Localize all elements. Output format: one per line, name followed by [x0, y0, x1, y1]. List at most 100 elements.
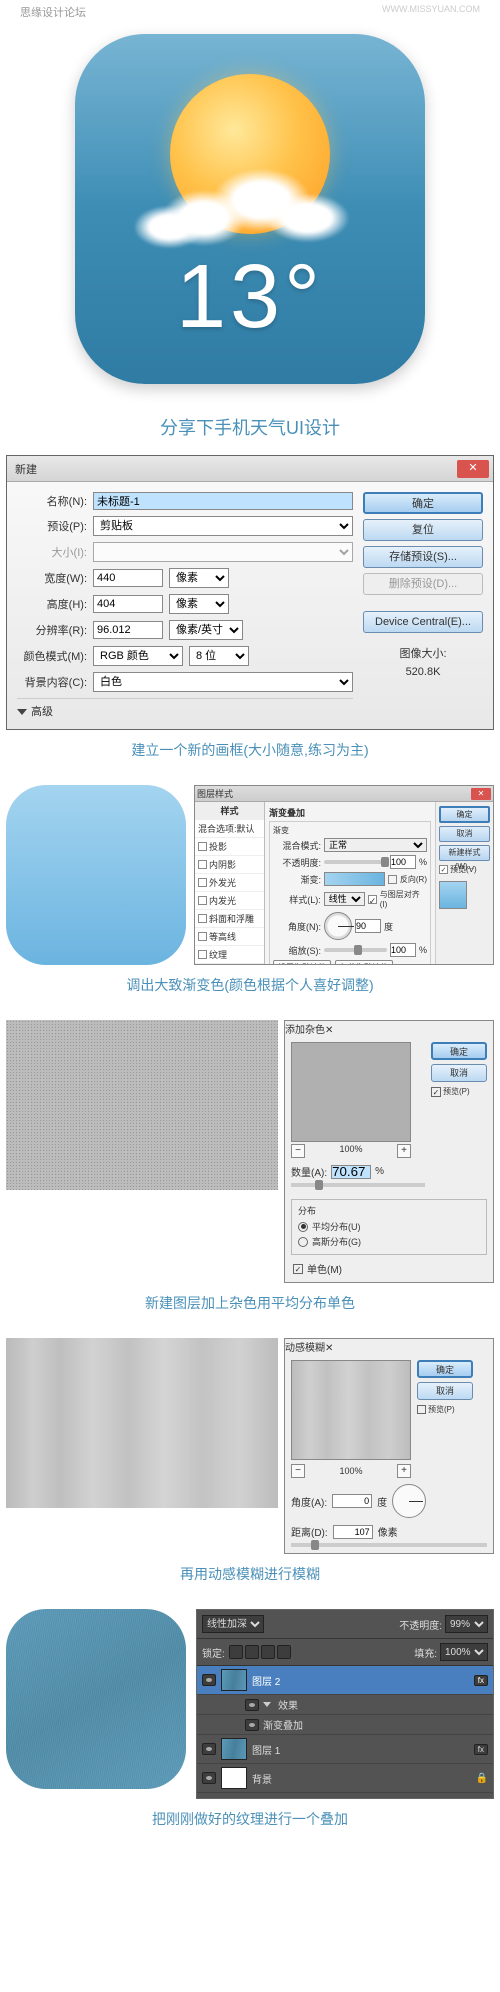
fill-select[interactable]: 100%	[440, 1643, 488, 1661]
lock-label: 锁定:	[202, 1645, 225, 1660]
mode-label: 颜色模式(M):	[17, 648, 87, 664]
layer-row-1[interactable]: 图层 1 fx	[197, 1735, 493, 1764]
angle-knob[interactable]	[324, 912, 352, 940]
bg-select[interactable]: 白色	[93, 672, 353, 692]
close-icon[interactable]: ✕	[457, 460, 489, 478]
visibility-icon[interactable]	[245, 1719, 259, 1731]
layer-row-2[interactable]: 图层 2 fx	[197, 1666, 493, 1695]
zoom-out-button[interactable]: −	[291, 1144, 305, 1158]
opacity-select[interactable]: 99%	[445, 1615, 488, 1633]
preview-toggle[interactable]: 预览(V)	[439, 864, 490, 875]
fx-badge[interactable]: fx	[474, 1744, 488, 1755]
res-input[interactable]	[93, 621, 163, 639]
set-default-button[interactable]: 设置为默认值	[273, 960, 331, 965]
device-central-button[interactable]: Device Central(E)...	[363, 611, 483, 633]
visibility-icon[interactable]	[202, 1743, 216, 1755]
height-unit[interactable]: 像素	[169, 594, 229, 614]
close-icon[interactable]: ✕	[325, 1025, 333, 1036]
dialog-titlebar[interactable]: 新建 ✕	[7, 456, 493, 482]
reverse-checkbox[interactable]	[388, 875, 397, 884]
ls-texture[interactable]: 纹理	[195, 946, 264, 964]
ls-button-column: 确定 取消 新建样式(W)... 预览(V)	[435, 802, 493, 964]
preview-toggle[interactable]: 预览(P)	[417, 1404, 473, 1415]
mblur-preview-small	[291, 1360, 411, 1460]
visibility-icon[interactable]	[202, 1772, 216, 1784]
width-unit[interactable]: 像素	[169, 568, 229, 588]
ok-button[interactable]: 确定	[439, 806, 490, 823]
fx-effects-row[interactable]: 效果	[197, 1695, 493, 1715]
visibility-icon[interactable]	[202, 1674, 216, 1686]
advanced-label: 高级	[31, 706, 53, 718]
distance-input[interactable]	[333, 1525, 373, 1539]
blend-label: 混合模式:	[273, 839, 321, 852]
width-input[interactable]	[93, 569, 163, 587]
distance-slider[interactable]	[311, 1540, 319, 1550]
height-input[interactable]	[93, 595, 163, 613]
noise-title: 添加杂色	[285, 1025, 325, 1036]
triangle-icon	[263, 1702, 271, 1707]
opacity-slider[interactable]	[324, 860, 387, 864]
layer-name: 图层 2	[252, 1673, 280, 1688]
ok-button[interactable]: 确定	[363, 492, 483, 514]
cancel-button[interactable]: 取消	[439, 826, 490, 842]
cancel-button[interactable]: 取消	[431, 1064, 487, 1082]
gradient-picker[interactable]	[324, 872, 385, 886]
ls-innershadow[interactable]: 内阴影	[195, 856, 264, 874]
visibility-icon[interactable]	[245, 1699, 259, 1711]
opacity-input[interactable]	[390, 855, 416, 869]
ok-button[interactable]: 确定	[417, 1360, 473, 1378]
layer-row-bg[interactable]: 背景 🔒	[197, 1764, 493, 1793]
ls-innerglow[interactable]: 内发光	[195, 892, 264, 910]
res-unit[interactable]: 像素/英寸	[169, 620, 243, 640]
zoom-in-button[interactable]: +	[397, 1464, 411, 1478]
preview-toggle[interactable]: 预览(P)	[431, 1086, 487, 1097]
fx-gradient-overlay-row[interactable]: 渐变叠加	[197, 1715, 493, 1735]
scale-slider[interactable]	[324, 948, 387, 952]
size-label: 大小(I):	[17, 544, 87, 560]
imgsize-value: 520.8K	[363, 664, 483, 682]
dialog-title: 新建	[11, 461, 457, 477]
caption-1: 建立一个新的画框(大小随意,练习为主)	[0, 730, 500, 770]
new-style-button[interactable]: 新建样式(W)...	[439, 845, 490, 861]
close-icon[interactable]: ✕	[325, 1343, 333, 1354]
ls-blend-default[interactable]: 混合选项:默认	[195, 820, 264, 838]
angle-input[interactable]	[355, 919, 381, 933]
ls-satin[interactable]: 光泽	[195, 964, 264, 965]
ls-contour[interactable]: 等高线	[195, 928, 264, 946]
mode-select[interactable]: RGB 颜色	[93, 646, 183, 666]
name-input[interactable]	[93, 492, 353, 510]
save-preset-button[interactable]: 存储预设(S)...	[363, 546, 483, 568]
preset-label: 预设(P):	[17, 518, 87, 534]
scale-input[interactable]	[390, 943, 416, 957]
advanced-toggle[interactable]: 高级	[17, 698, 353, 719]
align-checkbox[interactable]: ✓	[368, 895, 377, 904]
angle-input[interactable]	[332, 1494, 372, 1508]
angle-knob[interactable]	[392, 1484, 426, 1518]
close-icon[interactable]: ✕	[471, 788, 491, 800]
temp-degree: °	[284, 247, 324, 347]
blend-select[interactable]: 正常	[324, 838, 427, 852]
amount-input[interactable]	[331, 1165, 371, 1179]
zoom-in-button[interactable]: +	[397, 1144, 411, 1158]
ls-dropshadow[interactable]: 投影	[195, 838, 264, 856]
zoom-out-button[interactable]: −	[291, 1464, 305, 1478]
preset-select[interactable]: 剪贴板	[93, 516, 353, 536]
reset-button[interactable]: 复位	[363, 519, 483, 541]
mono-checkbox[interactable]: 单色(M)	[293, 1261, 485, 1276]
reset-default-button[interactable]: 复位为默认值	[335, 960, 393, 965]
style-select[interactable]: 线性	[324, 892, 365, 906]
lock-transparency-icon	[229, 1645, 243, 1659]
lock-icons[interactable]	[229, 1645, 291, 1659]
uniform-radio[interactable]: 平均分布(U)	[298, 1220, 480, 1233]
cancel-button[interactable]: 取消	[417, 1382, 473, 1400]
ok-button[interactable]: 确定	[431, 1042, 487, 1060]
bits-select[interactable]: 8 位	[189, 646, 249, 666]
blend-mode-select[interactable]: 线性加深	[202, 1615, 264, 1633]
gaussian-radio[interactable]: 高斯分布(G)	[298, 1235, 480, 1248]
fx-badge[interactable]: fx	[474, 1675, 488, 1686]
ls-outerglow[interactable]: 外发光	[195, 874, 264, 892]
amount-label: 数量(A):	[291, 1164, 327, 1179]
ls-bevel[interactable]: 斜面和浮雕	[195, 910, 264, 928]
ls-sublabel: 渐变	[273, 825, 427, 836]
amount-slider[interactable]	[315, 1180, 323, 1190]
